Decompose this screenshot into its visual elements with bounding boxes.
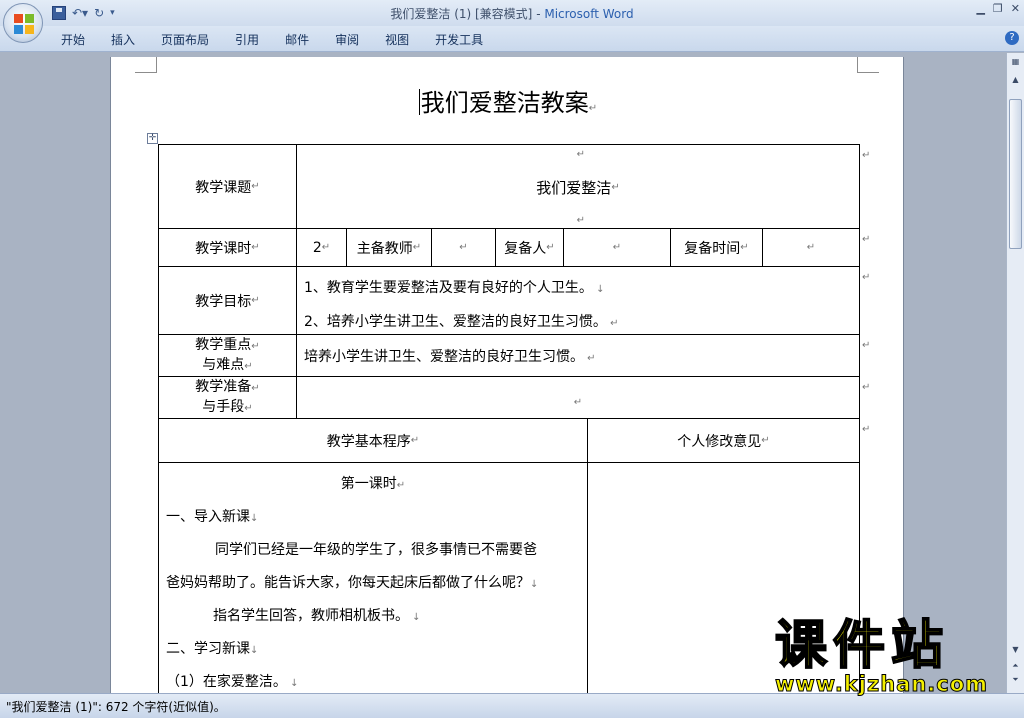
goals-label-cell[interactable]: 教学目标 ↵: [158, 266, 297, 335]
help-icon[interactable]: ?: [1005, 31, 1019, 45]
hours-label-cell[interactable]: 教学课时 ↵: [158, 228, 297, 267]
end-of-row-mark: ↵: [862, 340, 871, 351]
window-title: 我们爱整洁 (1) [兼容模式] - Microsoft Word: [390, 7, 634, 21]
end-of-row-mark: ↵: [862, 234, 871, 245]
tab-view[interactable]: 视图: [372, 31, 422, 48]
tab-review[interactable]: 审阅: [322, 31, 372, 48]
end-of-row-mark: ↵: [862, 424, 871, 435]
office-logo-icon: [14, 14, 34, 34]
scroll-up-icon[interactable]: ▲: [1009, 75, 1022, 88]
preparation-label-cell[interactable]: 教学准备↵ 与手段↵: [158, 376, 297, 419]
subject-value-cell[interactable]: ↵ 我们爱整洁 ↵ ↵: [296, 144, 860, 229]
tab-page-layout[interactable]: 页面布局: [148, 31, 222, 48]
table-move-handle-icon[interactable]: ✛: [147, 133, 158, 144]
scroll-down-icon[interactable]: ▼: [1009, 645, 1022, 658]
preparation-value-cell[interactable]: ↵: [296, 376, 860, 419]
teacher-value-cell[interactable]: ↵: [431, 228, 496, 267]
document-title: 我们爱整洁教案↵: [418, 89, 598, 117]
goals-value-cell[interactable]: 1、教育学生要爱整洁及要有良好的个人卫生。 ↓ 2、培养小学生讲卫生、爱整洁的良…: [296, 266, 860, 335]
site-watermark: 课件站 www.kjzhan.com: [774, 616, 989, 697]
title-bar: ↶▾ ↻ ▾ 我们爱整洁 (1) [兼容模式] - Microsoft Word…: [0, 0, 1024, 26]
tab-developer[interactable]: 开发工具: [422, 31, 496, 48]
margin-corner-mark: [857, 57, 879, 73]
backup-time-value-cell[interactable]: ↵: [762, 228, 860, 267]
tab-mailings[interactable]: 邮件: [272, 31, 322, 48]
end-of-row-mark: ↵: [862, 272, 871, 283]
office-button[interactable]: [3, 3, 43, 43]
next-page-icon[interactable]: ⏷: [1009, 675, 1022, 688]
key-points-value-cell[interactable]: 培养小学生讲卫生、爱整洁的良好卫生习惯。 ↵: [296, 334, 860, 377]
end-of-row-mark: ↵: [862, 382, 871, 393]
procedure-content-cell[interactable]: 第一课时↵ 一、导入新课↓ 同学们已经是一年级的学生了，很多事情已不需要爸 爸妈…: [158, 462, 588, 693]
ribbon-tab-bar: 开始 插入 页面布局 引用 邮件 审阅 视图 开发工具 ?: [0, 26, 1024, 52]
end-of-row-mark: ↵: [862, 150, 871, 161]
key-points-label-cell[interactable]: 教学重点↵ 与难点↵: [158, 334, 297, 377]
ribbon-tabs: 开始 插入 页面布局 引用 邮件 审阅 视图 开发工具: [48, 31, 496, 48]
close-icon[interactable]: ✕: [1011, 2, 1020, 15]
status-bar: "我们爱整洁 (1)": 672 个字符(近似值)。: [0, 693, 1024, 718]
text-cursor: [418, 89, 420, 115]
previous-page-icon[interactable]: ⏶: [1009, 661, 1022, 674]
teacher-label-cell[interactable]: 主备教师 ↵: [346, 228, 432, 267]
minimize-icon[interactable]: ▁: [976, 2, 984, 15]
subject-label-cell[interactable]: 教学课题 ↵: [158, 144, 297, 229]
margin-corner-mark: [135, 57, 157, 73]
backup-value-cell[interactable]: ↵: [563, 228, 671, 267]
tab-references[interactable]: 引用: [222, 31, 272, 48]
restore-icon[interactable]: ❐: [993, 2, 1003, 15]
backup-time-label-cell[interactable]: 复备时间 ↵: [670, 228, 763, 267]
window-controls: ▁ ❐ ✕: [976, 2, 1020, 15]
backup-label-cell[interactable]: 复备人 ↵: [495, 228, 564, 267]
tab-home[interactable]: 开始: [48, 31, 98, 48]
revision-header-cell[interactable]: 个人修改意见 ↵: [587, 418, 860, 463]
hours-value-cell[interactable]: 2 ↵: [296, 228, 347, 267]
scrollbar-thumb[interactable]: [1009, 99, 1022, 249]
document-workspace: 我们爱整洁教案↵ ✛ 教学课题 ↵ ↵ 我们爱整洁 ↵ ↵ 教学课时 ↵ 2 ↵ 主备教…: [0, 53, 1006, 693]
document-page[interactable]: 我们爱整洁教案↵ ✛ 教学课题 ↵ ↵ 我们爱整洁 ↵ ↵ 教学课时 ↵ 2 ↵ 主备教…: [110, 57, 904, 693]
tab-insert[interactable]: 插入: [98, 31, 148, 48]
procedure-header-cell[interactable]: 教学基本程序 ↵: [158, 418, 588, 463]
ruler-toggle-icon[interactable]: ▦: [1009, 57, 1022, 70]
word-count-status[interactable]: "我们爱整洁 (1)": 672 个字符(近似值)。: [6, 698, 226, 715]
vertical-scrollbar[interactable]: ▦ ▲ ▼ ⏶ ⏷: [1006, 53, 1024, 693]
